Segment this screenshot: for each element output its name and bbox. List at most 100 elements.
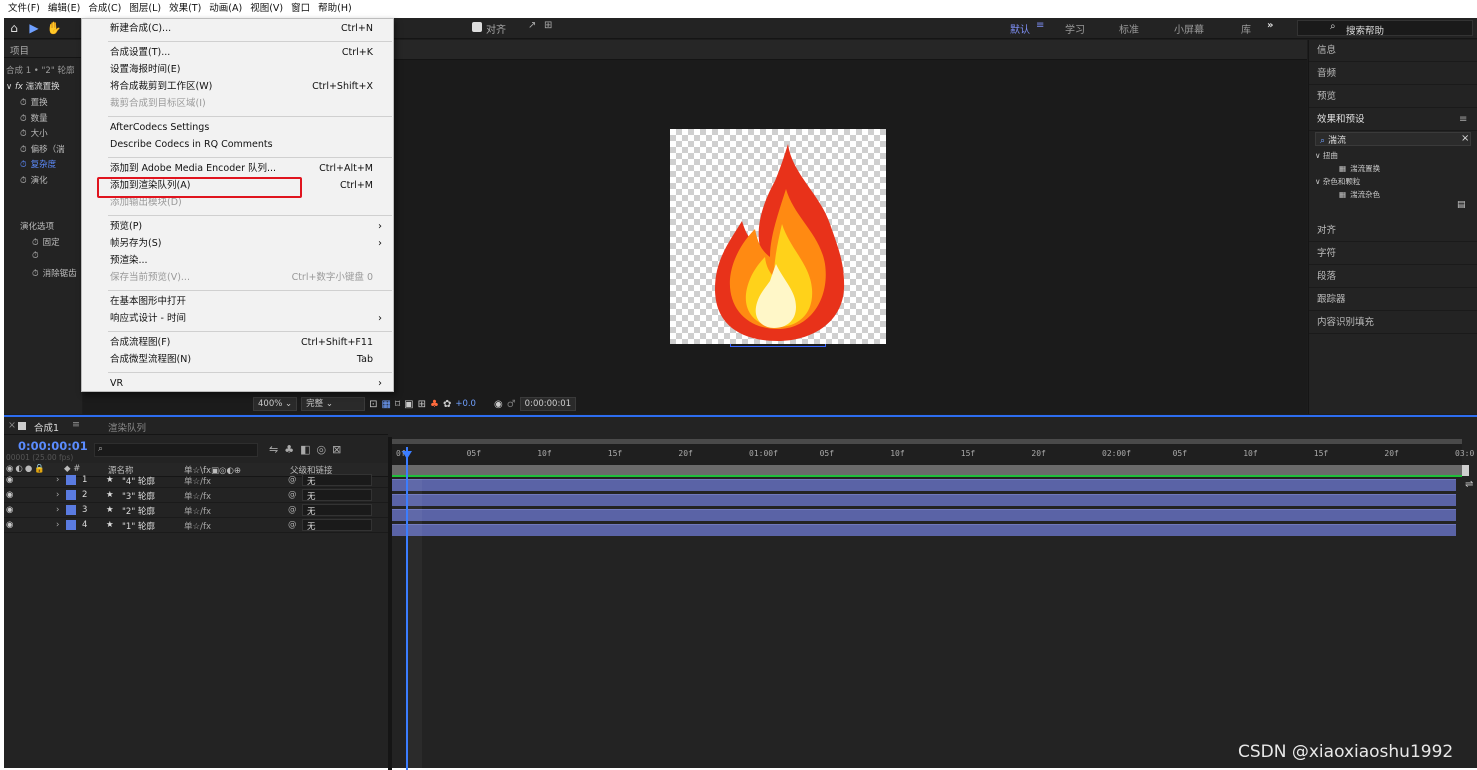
panel-header[interactable]: 信息 bbox=[1309, 40, 1477, 62]
layer-duration-bar[interactable] bbox=[392, 509, 1456, 521]
clear-search-icon[interactable]: × bbox=[1461, 133, 1469, 144]
layer-name[interactable]: "2" 轮廓 bbox=[122, 505, 155, 517]
tab-comp1[interactable]: 合成1 bbox=[34, 420, 59, 434]
more-workspaces-icon[interactable]: » bbox=[1267, 20, 1273, 31]
visibility-eye-icon[interactable]: ◉ bbox=[6, 520, 13, 530]
panel-header[interactable]: 字符 bbox=[1309, 243, 1477, 265]
panel-header[interactable]: 音频 bbox=[1309, 63, 1477, 85]
stopwatch-icon[interactable]: ⏱ bbox=[20, 114, 27, 124]
menu-item[interactable]: 预渲染... bbox=[82, 253, 393, 269]
exposure-icon[interactable]: ✿ bbox=[443, 399, 451, 410]
effect-item[interactable]: ▦ 湍流置换 bbox=[1339, 163, 1380, 174]
show-snapshot-icon[interactable]: ♂ bbox=[507, 399, 516, 410]
workspace-tab[interactable]: 学习 bbox=[1065, 21, 1085, 36]
panel-menu-icon[interactable]: ≡ bbox=[1459, 114, 1467, 125]
stopwatch-icon[interactable]: ⏱ bbox=[20, 145, 27, 155]
menu-item[interactable]: 响应式设计 - 时间 › bbox=[82, 311, 393, 327]
panel-header[interactable]: 对齐 bbox=[1309, 220, 1477, 242]
menubar-item[interactable]: 视图(V) bbox=[246, 0, 287, 18]
workspace-tab[interactable]: 小屏幕 bbox=[1174, 21, 1204, 36]
snapshot-icon[interactable]: ◉ bbox=[494, 399, 503, 410]
visibility-eye-icon[interactable]: ◉ bbox=[6, 505, 13, 515]
pickwhip-icon[interactable]: @ bbox=[288, 505, 297, 515]
effect-option[interactable]: ⏱ 固定 bbox=[32, 236, 60, 248]
stopwatch-icon[interactable]: ⏱ bbox=[32, 251, 39, 261]
layer-name[interactable]: "1" 轮廓 bbox=[122, 520, 155, 532]
menubar-item[interactable]: 合成(C) bbox=[84, 0, 125, 18]
transparency-grid-icon[interactable]: ▦ bbox=[382, 399, 391, 410]
menubar-item[interactable]: 效果(T) bbox=[165, 0, 205, 18]
hand-tool-icon[interactable]: ✋ bbox=[44, 21, 64, 35]
menu-item[interactable]: 帧另存为(S) › bbox=[82, 236, 393, 252]
menubar-item[interactable]: 编辑(E) bbox=[44, 0, 84, 18]
menubar-item[interactable]: 动画(A) bbox=[205, 0, 246, 18]
layer-name[interactable]: "3" 轮廓 bbox=[122, 490, 155, 502]
snap-grid-icon[interactable]: ⊞ bbox=[544, 20, 552, 31]
menubar-item[interactable]: 窗口 bbox=[287, 0, 314, 18]
menu-item[interactable]: 合成微型流程图(N) Tab bbox=[82, 352, 393, 368]
exposure-value[interactable]: +0.0 bbox=[455, 399, 476, 409]
effect-option[interactable]: ⏱ bbox=[32, 251, 43, 261]
viewer-timecode[interactable]: 0:00:00:01 bbox=[519, 397, 577, 411]
tab-menu-icon[interactable]: ≡ bbox=[72, 419, 80, 430]
layer-color-label[interactable] bbox=[66, 505, 76, 515]
panel-header[interactable]: 内容识别填充 bbox=[1309, 312, 1477, 334]
panel-header[interactable]: 效果和预设 bbox=[1309, 109, 1477, 131]
tab-project[interactable]: 项目 bbox=[10, 43, 29, 57]
layer-row[interactable]: ◉ › 1 ★ "4" 轮廓 单☆/fx @ 无 bbox=[4, 473, 388, 488]
effect-item[interactable]: ▦ 湍流杂色 bbox=[1339, 189, 1380, 200]
effects-search-input[interactable]: ⌕ 湍流 bbox=[1315, 132, 1471, 146]
layer-switches[interactable]: 单☆/fx bbox=[184, 505, 211, 517]
layer-switches[interactable]: 单☆/fx bbox=[184, 520, 211, 532]
menu-item[interactable]: 添加到 Adobe Media Encoder 队列... Ctrl+Alt+M bbox=[82, 161, 393, 177]
menu-item[interactable]: 新建合成(C)... Ctrl+N bbox=[82, 21, 393, 37]
comp-button-icon[interactable]: ⇌ bbox=[1465, 479, 1473, 490]
visibility-eye-icon[interactable]: ◉ bbox=[6, 475, 13, 485]
menu-item[interactable]: 将合成裁剪到工作区(W) Ctrl+Shift+X bbox=[82, 79, 393, 95]
stopwatch-icon[interactable]: ⏱ bbox=[32, 238, 39, 248]
layer-switches[interactable]: 单☆/fx bbox=[184, 475, 211, 487]
menu-item[interactable]: 合成流程图(F) Ctrl+Shift+F11 bbox=[82, 335, 393, 351]
align-checkbox[interactable] bbox=[472, 22, 482, 32]
layer-duration-bar[interactable] bbox=[392, 494, 1456, 506]
stopwatch-icon[interactable]: ⏱ bbox=[20, 129, 27, 139]
effect-property[interactable]: ⏱ 复杂度 bbox=[20, 158, 56, 170]
menu-item[interactable]: AfterCodecs Settings bbox=[82, 120, 393, 136]
workspace-tab[interactable]: 库 bbox=[1241, 21, 1251, 36]
timeline-switch-icons[interactable]: ⇋♣◧◎⊠ bbox=[269, 443, 347, 456]
expand-arrow-icon[interactable]: › bbox=[56, 475, 59, 485]
selection-tool-icon[interactable]: ▶ bbox=[24, 21, 44, 35]
effect-option[interactable]: ⏱ 消除锯齿 bbox=[32, 267, 77, 279]
effect-property[interactable]: ⏱ 演化 bbox=[20, 174, 48, 186]
layer-row[interactable]: ◉ › 3 ★ "2" 轮廓 单☆/fx @ 无 bbox=[4, 503, 388, 518]
layer-row[interactable]: ◉ › 4 ★ "1" 轮廓 单☆/fx @ 无 bbox=[4, 518, 388, 533]
search-help-box[interactable] bbox=[1297, 20, 1473, 36]
effect-property[interactable]: ⏱ 偏移（湍 bbox=[20, 143, 65, 155]
layer-color-label[interactable] bbox=[66, 520, 76, 530]
expand-arrow-icon[interactable]: › bbox=[56, 505, 59, 515]
stopwatch-icon[interactable]: ⏱ bbox=[20, 160, 27, 170]
pickwhip-icon[interactable]: @ bbox=[288, 490, 297, 500]
guides-icon[interactable]: ▣ bbox=[404, 399, 413, 410]
time-ruler[interactable]: 0f 05f 10f 15f 20f 01:00f 05f 10f 15f 20f 02:00f 05… bbox=[392, 443, 1474, 465]
parent-select[interactable]: 无 bbox=[302, 519, 372, 532]
effect-option[interactable]: 演化选项 bbox=[20, 220, 54, 232]
expand-arrow-icon[interactable]: › bbox=[56, 490, 59, 500]
menu-lines-icon[interactable]: ≡ bbox=[1036, 20, 1044, 31]
panel-header[interactable]: 段落 bbox=[1309, 266, 1477, 288]
pickwhip-icon[interactable]: @ bbox=[288, 475, 297, 485]
layer-color-label[interactable] bbox=[66, 475, 76, 485]
resolution-select[interactable]: 完整 ⌄ bbox=[301, 397, 366, 411]
menubar-item[interactable]: 帮助(H) bbox=[314, 0, 356, 18]
layer-duration-bar[interactable] bbox=[392, 524, 1456, 536]
menubar-item[interactable]: 图层(L) bbox=[125, 0, 165, 18]
workspace-tab[interactable]: 标准 bbox=[1119, 21, 1139, 36]
parent-select[interactable]: 无 bbox=[302, 504, 372, 517]
menu-item[interactable]: 在基本图形中打开 bbox=[82, 294, 393, 310]
layer-duration-bar[interactable] bbox=[392, 479, 1456, 491]
mask-icon[interactable]: ⌑ bbox=[395, 399, 400, 410]
parent-select[interactable]: 无 bbox=[302, 489, 372, 502]
menu-item[interactable]: 设置海报时间(E) bbox=[82, 62, 393, 78]
composition-canvas[interactable] bbox=[670, 129, 886, 344]
pickwhip-icon[interactable]: @ bbox=[288, 520, 297, 530]
